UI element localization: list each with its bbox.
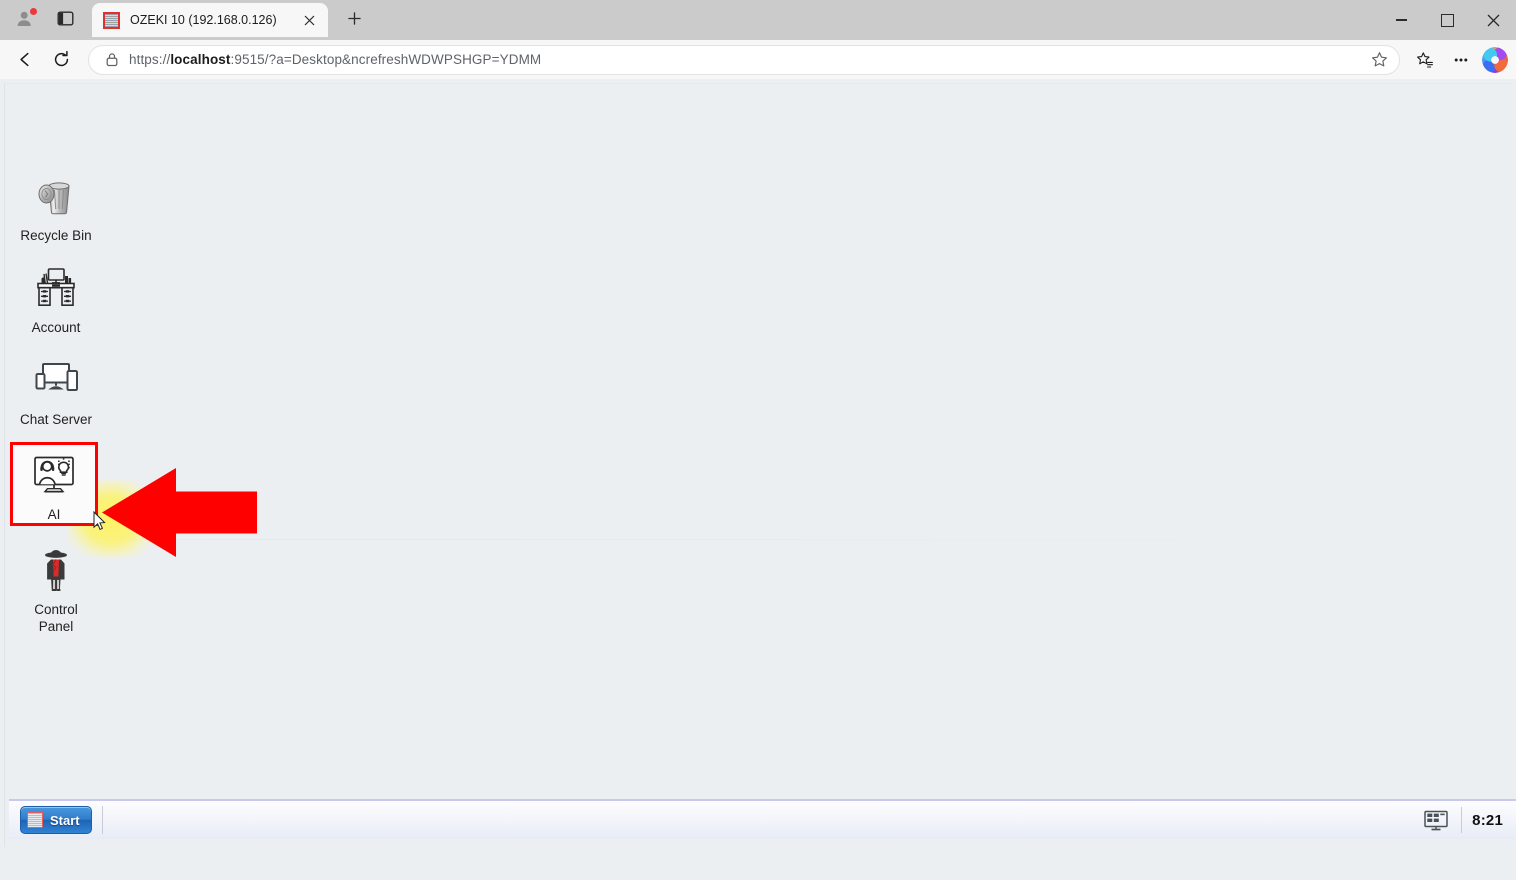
new-tab-button[interactable] (339, 4, 369, 34)
browser-tab[interactable]: OZEKI 10 (192.168.0.126) (92, 3, 328, 37)
start-button-label: Start (50, 812, 80, 828)
profile-button[interactable] (8, 2, 42, 36)
lock-icon (103, 52, 121, 67)
desktop-icon-label: Chat Server (19, 412, 93, 427)
system-tray: 8:21 (1421, 800, 1516, 840)
desktop-icon-label: Control Panel (34, 602, 78, 634)
tab-title: OZEKI 10 (192.168.0.126) (130, 13, 277, 27)
tab-search-icon (57, 11, 74, 26)
desktop-icon-recycle-bin[interactable]: Recycle Bin (10, 166, 102, 244)
ozeki-taskbar: Start 8:21 (9, 799, 1516, 839)
control-panel-agent-icon (32, 546, 80, 594)
titlebar-left-group: OZEKI 10 (192.168.0.126) (0, 0, 369, 40)
back-button[interactable] (8, 44, 42, 76)
account-desk-icon (32, 264, 80, 312)
ellipsis-icon (1454, 58, 1468, 61)
notification-dot-badge (30, 7, 37, 15)
close-window-button[interactable] (1470, 0, 1516, 40)
star-icon (1371, 52, 1387, 67)
ozeki-grid-icon (27, 812, 43, 828)
collections-icon (1417, 51, 1433, 68)
ozeki-grid-favicon (103, 11, 120, 29)
taskbar-divider (102, 806, 103, 834)
collections-button[interactable] (1408, 44, 1442, 76)
ai-assistant-icon (30, 451, 78, 499)
page-content: Recycle Bin Account Chat Server AI Contr… (0, 79, 1516, 880)
desktop-icon-label: Recycle Bin (20, 228, 92, 243)
url-host: localhost (170, 52, 231, 67)
window-controls (1378, 0, 1516, 40)
plus-icon (347, 12, 361, 25)
mouse-cursor (93, 510, 107, 531)
reload-button[interactable] (44, 44, 78, 76)
annotation-arrow-icon (102, 464, 257, 561)
ozeki-desktop: Recycle Bin Account Chat Server AI Contr… (4, 83, 1516, 847)
desktop-icon-ai[interactable]: AI (10, 442, 98, 526)
desktop-icon-grid: Recycle Bin Account Chat Server AI Contr… (10, 166, 110, 649)
back-arrow-icon (19, 52, 29, 67)
minimize-button[interactable] (1378, 0, 1424, 40)
url-path: :9515/?a=Desktop&ncrefreshWDWPSHGP=YDMM (230, 52, 542, 67)
tab-search-button[interactable] (48, 2, 82, 36)
copilot-icon[interactable] (1482, 46, 1508, 73)
url-text: https://localhost:9515/?a=Desktop&ncrefr… (129, 52, 1365, 67)
maximize-button[interactable] (1424, 0, 1470, 40)
browser-titlebar: OZEKI 10 (192.168.0.126) (0, 0, 1516, 40)
desktop-icon-label: AI (47, 507, 61, 522)
tab-close-button[interactable] (298, 9, 320, 31)
reload-icon (54, 50, 68, 67)
browser-window: OZEKI 10 (192.168.0.126) https://localho… (0, 0, 1516, 880)
close-icon (1487, 14, 1499, 26)
desktop-icon-control-panel[interactable]: Control Panel (10, 540, 102, 635)
chat-server-devices-icon (32, 356, 80, 404)
start-button[interactable]: Start (20, 806, 92, 834)
browser-toolbar: https://localhost:9515/?a=Desktop&ncrefr… (0, 40, 1516, 79)
close-icon (304, 15, 314, 25)
desktop-icon-account[interactable]: Account (10, 258, 102, 336)
recycle-bin-icon (32, 172, 80, 220)
tray-divider (1461, 807, 1463, 833)
taskbar-clock[interactable]: 8:21 (1472, 812, 1503, 829)
desktop-icon-label: Account (31, 320, 81, 335)
show-desktop-icon[interactable] (1421, 809, 1451, 831)
url-scheme: https:// (129, 52, 171, 67)
settings-and-more-button[interactable] (1444, 44, 1478, 76)
add-favorite-button[interactable] (1365, 46, 1393, 74)
page-bottom-strip (0, 872, 1516, 880)
address-bar[interactable]: https://localhost:9515/?a=Desktop&ncrefr… (88, 44, 1400, 75)
lock-glyph (106, 53, 118, 67)
desktop-icon-chat-server[interactable]: Chat Server (10, 350, 102, 428)
